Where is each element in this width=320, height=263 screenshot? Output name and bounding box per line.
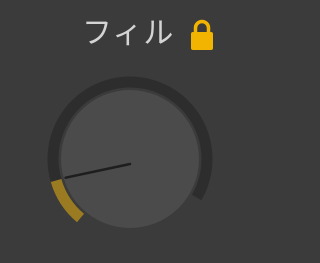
fill-control-panel: フィル [0, 0, 261, 263]
knob-body[interactable] [61, 90, 199, 228]
fill-knob[interactable] [0, 0, 261, 263]
